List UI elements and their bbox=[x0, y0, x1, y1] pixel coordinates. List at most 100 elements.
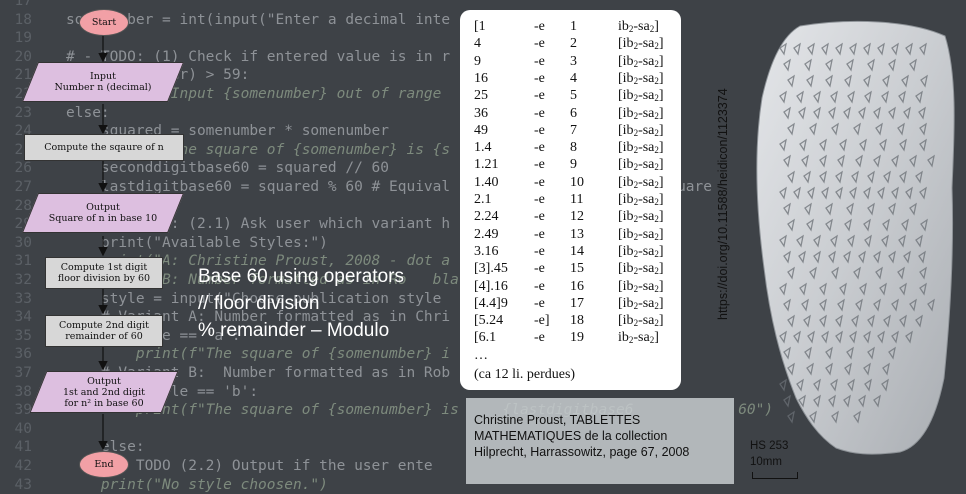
term-part: -sa bbox=[638, 157, 655, 173]
term-part: ] bbox=[654, 19, 659, 34]
table-row: [1 -e 1 ib2-sa2] bbox=[474, 18, 679, 35]
term-part: ] bbox=[658, 53, 664, 69]
term-part: ib bbox=[618, 19, 629, 34]
term-part: ] bbox=[658, 192, 664, 207]
suffix-e: -e bbox=[534, 243, 545, 259]
row-number: 9 bbox=[570, 157, 577, 173]
flow-start: Start bbox=[79, 9, 129, 36]
term-part: [ib bbox=[618, 295, 634, 311]
row-number: 18 bbox=[570, 313, 584, 329]
term-part: [ib bbox=[618, 243, 634, 259]
term-part: -sa bbox=[638, 313, 655, 329]
suffix-e: -e bbox=[534, 278, 545, 294]
tablet-wedge bbox=[783, 394, 791, 408]
sexagesimal-value: 3.16 bbox=[474, 243, 499, 259]
row-number: 7 bbox=[570, 122, 577, 138]
table-row: 3.16 -e 14 [ib2-sa2] bbox=[474, 243, 679, 260]
row-number: 14 bbox=[570, 243, 584, 259]
term-part: -sa bbox=[638, 70, 655, 86]
suffix-e: -e bbox=[534, 209, 545, 225]
term-part: -sa bbox=[638, 140, 655, 156]
table-note: (ca 12 li. perdues) bbox=[474, 367, 576, 382]
doi-link[interactable]: https://doi.org/10.11588/heidicon/112337… bbox=[716, 88, 730, 320]
term-part: ] bbox=[658, 261, 664, 277]
sexagesimal-value: 16 bbox=[474, 70, 488, 86]
row-number: 15 bbox=[570, 261, 584, 277]
table-row: 2.1 -e 11 [ib2-sa2] bbox=[474, 191, 679, 208]
suffix-e: -e bbox=[534, 70, 545, 86]
table-row: 36 -e 6 [ib2-sa2] bbox=[474, 105, 679, 122]
term-part: [ib bbox=[618, 122, 634, 138]
sexagesimal-value: [1 bbox=[474, 19, 486, 34]
table-row: 2.24 -e 12 [ib2-sa2] bbox=[474, 208, 679, 225]
term-part: ] bbox=[658, 122, 664, 138]
term-part: -sa bbox=[633, 19, 650, 34]
term-part: -sa bbox=[638, 278, 655, 294]
row-number: 11 bbox=[570, 192, 584, 207]
term-part: [ib bbox=[618, 70, 634, 86]
row-number: 19 bbox=[570, 330, 584, 346]
sexagesimal-value: 2.24 bbox=[474, 209, 499, 225]
term-part: [ib bbox=[618, 157, 634, 173]
table-row: 2.49 -e 13 [ib2-sa2] bbox=[474, 226, 679, 243]
sexagesimal-value: 1.40 bbox=[474, 174, 499, 190]
table-row: [4.4]9 -e 17 [ib2-sa2] bbox=[474, 295, 679, 312]
sexagesimal-value: 36 bbox=[474, 105, 488, 121]
term-part: ] bbox=[658, 174, 664, 190]
flow-input: Input Number n (decimal) bbox=[21, 62, 185, 102]
flow-output-square: Output Square of n in base 10 bbox=[21, 193, 185, 233]
term-part: -sa bbox=[638, 122, 655, 138]
row-number: 3 bbox=[570, 53, 577, 69]
sexagesimal-value: 9 bbox=[474, 53, 481, 69]
flow-compute-square: Compute the sqaure of n bbox=[24, 134, 184, 161]
suffix-e: -e bbox=[534, 122, 545, 138]
flow-compute1-line2: floor division by 60 bbox=[57, 273, 151, 284]
flow-input-line2: Number n (decimal) bbox=[54, 82, 152, 93]
term-part: [ib bbox=[618, 261, 634, 277]
table-row: [4].16 -e 16 [ib2-sa2] bbox=[474, 278, 679, 295]
row-number: 2 bbox=[570, 36, 577, 52]
term-part: ] bbox=[658, 140, 664, 156]
row-number: 6 bbox=[570, 105, 577, 121]
flow-output1-line2: Square of n in base 10 bbox=[48, 213, 158, 224]
sexagesimal-value: 1.4 bbox=[474, 140, 492, 156]
table-row: 9 -e 3 [ib2-sa2] bbox=[474, 53, 679, 70]
row-number: 1 bbox=[570, 19, 577, 34]
suffix-e: -e bbox=[534, 330, 545, 346]
term-part: ] bbox=[658, 209, 664, 225]
term-part: ] bbox=[654, 330, 659, 346]
suffix-e: -e bbox=[534, 295, 545, 311]
term-part: -sa bbox=[638, 105, 655, 121]
term-part: -sa bbox=[638, 209, 655, 225]
suffix-e: -e bbox=[534, 36, 545, 52]
flow-compute-first-digit: Compute 1st digit floor division by 60 bbox=[45, 257, 163, 289]
term-part: -sa bbox=[638, 226, 655, 242]
suffix-e: -e bbox=[534, 226, 545, 242]
sexagesimal-value: 4 bbox=[474, 36, 481, 52]
flow-output2-line2: 1st and 2nd digit bbox=[63, 386, 145, 398]
flow-compute-square-label: Compute the sqaure of n bbox=[44, 142, 164, 153]
term-part: [ib bbox=[618, 105, 634, 121]
sexagesimal-value: [6.1 bbox=[474, 330, 497, 346]
term-part: -sa bbox=[633, 330, 650, 346]
sexagesimal-value: [4].16 bbox=[474, 278, 508, 294]
term-part: [ib bbox=[618, 140, 634, 156]
caption-line1: Christine Proust, TABLETTES bbox=[474, 413, 641, 427]
overlay-line-modulo: % remainder – Modulo bbox=[198, 320, 390, 341]
term-part: ] bbox=[658, 157, 664, 173]
term-part: [ib bbox=[618, 174, 634, 190]
row-number: 12 bbox=[570, 209, 584, 225]
suffix-e: -e bbox=[534, 261, 545, 277]
row-number: 17 bbox=[570, 295, 584, 311]
flow-end-label: End bbox=[94, 459, 114, 470]
sexagesimal-value: 49 bbox=[474, 122, 488, 138]
term-part: [ib bbox=[618, 209, 634, 225]
caption-line3: Hilprecht, Harrassowitz, page 67, 2008 bbox=[474, 445, 690, 459]
scale-label: 10mm bbox=[750, 456, 782, 468]
term-part: ib bbox=[618, 330, 629, 346]
term-part: ] bbox=[658, 295, 664, 311]
term-part: ] bbox=[658, 105, 664, 121]
row-number: 4 bbox=[570, 70, 577, 86]
sexagesimal-value: [3].45 bbox=[474, 261, 508, 277]
term-part: [ib bbox=[618, 192, 634, 207]
